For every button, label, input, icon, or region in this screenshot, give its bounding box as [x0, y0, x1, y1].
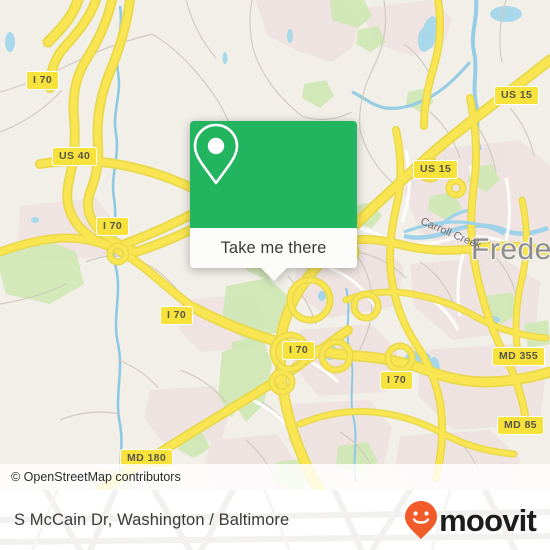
- shield-i70-northwest[interactable]: I 70: [26, 71, 60, 91]
- moovit-wordmark: moovit: [439, 502, 537, 538]
- shield-md355[interactable]: MD 355: [492, 347, 546, 367]
- shield-i70-center[interactable]: I 70: [282, 341, 316, 361]
- shield-us15[interactable]: US 15: [413, 160, 459, 180]
- shield-i70-east[interactable]: I 70: [380, 371, 414, 391]
- shield-i70-west[interactable]: I 70: [96, 217, 130, 237]
- shield-us15-northeast[interactable]: US 15: [494, 86, 540, 106]
- footer-bar: S McCain Dr, Washington / Baltimore moov…: [0, 490, 550, 550]
- osm-attribution[interactable]: © OpenStreetMap contributors: [0, 464, 550, 490]
- map-canvas[interactable]: I 70 US 40 I 70 I 70 I 70 I 70 MD 180 US…: [0, 0, 550, 490]
- city-label-frederick: Frederick: [471, 233, 550, 266]
- take-me-there-button[interactable]: Take me there: [190, 228, 357, 268]
- shield-us40[interactable]: US 40: [52, 147, 98, 167]
- moovit-logo[interactable]: moovit: [404, 490, 537, 550]
- shield-i70-southwest[interactable]: I 70: [160, 306, 194, 326]
- callout-pin-area: [190, 121, 357, 228]
- moovit-smiley-pin-icon: [405, 501, 438, 539]
- location-pin-icon: [193, 123, 239, 185]
- shield-md85[interactable]: MD 85: [497, 416, 544, 436]
- location-title: S McCain Dr, Washington / Baltimore: [14, 510, 290, 529]
- app-root: I 70 US 40 I 70 I 70 I 70 I 70 MD 180 US…: [0, 0, 550, 550]
- location-callout-card[interactable]: Take me there: [190, 121, 357, 281]
- callout-pointer: [259, 267, 288, 281]
